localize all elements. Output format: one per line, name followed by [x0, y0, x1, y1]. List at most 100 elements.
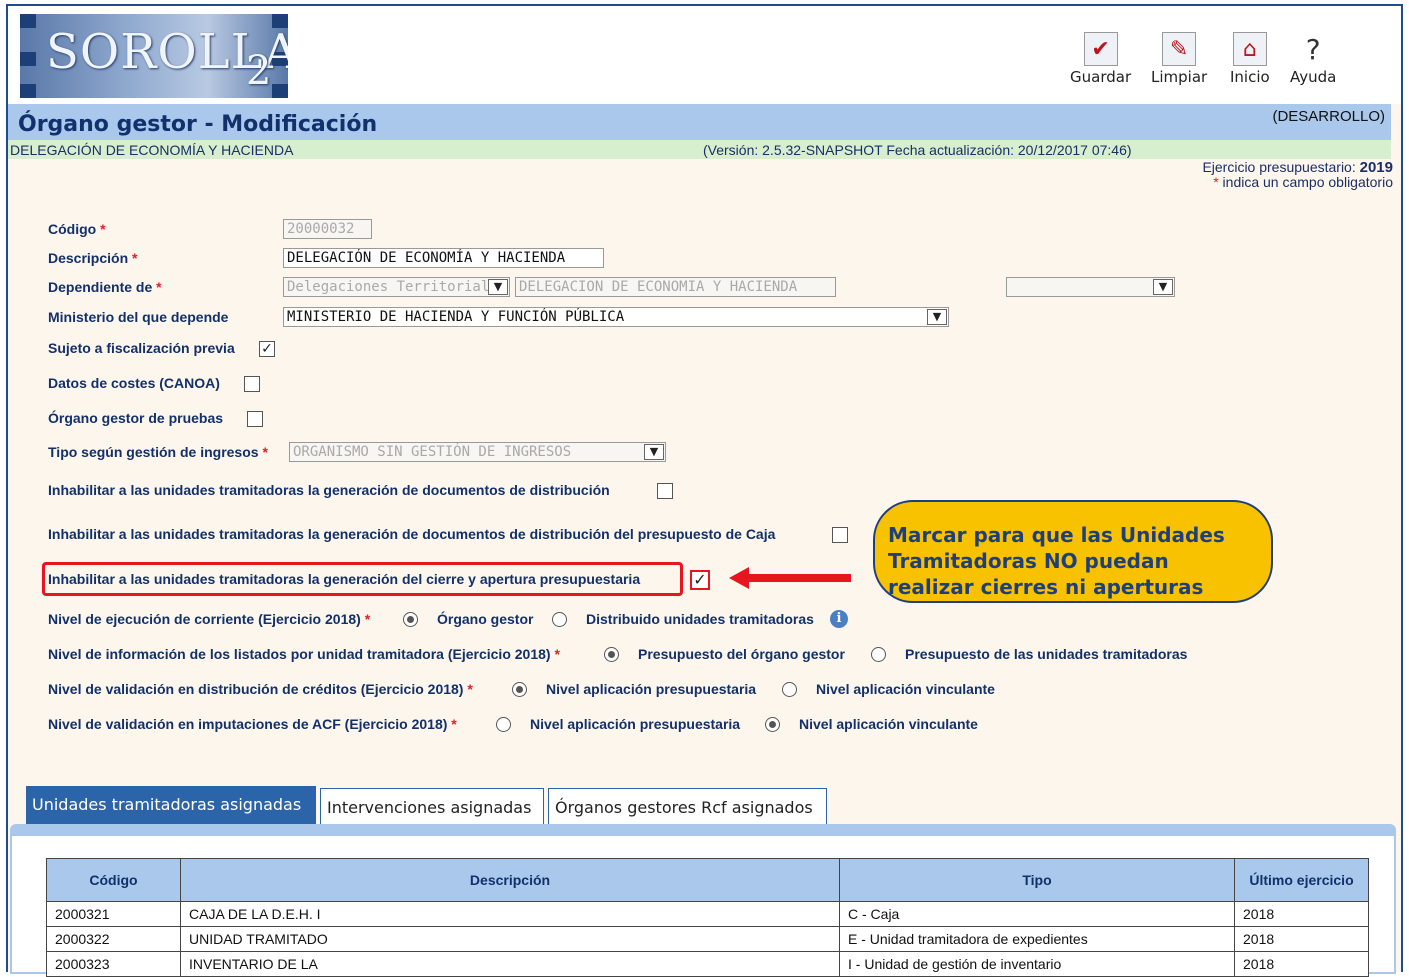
chevron-down-icon: ▼	[488, 279, 508, 295]
tab-organos-gestores-rcf[interactable]: Órganos gestores Rcf asignados	[548, 788, 827, 824]
info-bar: DELEGACIÓN DE ECONOMÍA Y HACIENDA (Versi…	[8, 140, 1391, 159]
cell-codigo: 2000321	[46, 901, 181, 927]
fiscalizacion-checkbox[interactable]: ✓	[259, 341, 275, 357]
save-label: Guardar	[1070, 68, 1132, 86]
chevron-down-icon: ▼	[1153, 279, 1173, 295]
title-bar: Órgano gestor - Modificación (DESARROLLO…	[8, 104, 1391, 140]
cell-ejercicio: 2018	[1234, 926, 1369, 952]
environment-label: (DESARROLLO)	[1272, 108, 1385, 125]
info-icon[interactable]: i	[830, 610, 848, 628]
cell-codigo: 2000323	[46, 951, 181, 977]
fiscalizacion-label: Sujeto a fiscalización previa	[48, 340, 235, 356]
cell-tipo: C - Caja	[839, 901, 1235, 927]
required-note: indica un campo obligatorio	[1222, 174, 1393, 190]
cell-descripcion: CAJA DE LA D.E.H. I	[180, 901, 840, 927]
dependiente-label: Dependiente de *	[48, 279, 162, 295]
clear-button[interactable]: ✎ Limpiar	[1151, 32, 1207, 86]
col-ultimo-ejercicio[interactable]: Último ejercicio	[1234, 858, 1369, 902]
save-button[interactable]: ✔ Guardar	[1070, 32, 1131, 86]
tab-intervenciones[interactable]: Intervenciones asignadas	[320, 788, 544, 824]
cell-tipo: I - Unidad de gestión de inventario	[839, 951, 1235, 977]
tipo-ingresos-select[interactable]: ORGANISMO SIN GESTIÓN DE INGRESOS ▼	[289, 442, 666, 462]
nivel-ejec-label: Nivel de ejecución de corriente (Ejercic…	[48, 611, 371, 627]
required-asterisk: *	[1213, 174, 1219, 190]
canoa-checkbox[interactable]	[244, 376, 260, 392]
logo-block	[20, 52, 36, 66]
nivel-info-label: Nivel de información de los listados por…	[48, 646, 560, 662]
nivel-ejec-radio-organo[interactable]	[403, 612, 418, 627]
pruebas-label: Órgano gestor de pruebas	[48, 410, 224, 426]
dependiente-extra-select[interactable]: ▼	[1006, 277, 1175, 297]
col-tipo[interactable]: Tipo	[839, 858, 1235, 902]
nivel-val-radio-vinculante[interactable]	[782, 682, 797, 697]
tab-unidades-tramitadoras[interactable]: Unidades tramitadoras asignadas	[26, 786, 316, 824]
unidades-table: Código Descripción Tipo Último ejercicio…	[46, 858, 1369, 977]
dependiente-nombre-field[interactable]: DELEGACION DE ECONOMIA Y HACIENDA	[515, 277, 836, 297]
nivel-val-label: Nivel de validación en distribución de c…	[48, 681, 473, 697]
tipo-ingresos-label: Tipo según gestión de ingresos *	[48, 444, 268, 460]
nivel-val-opt1: Nivel aplicación presupuestaria	[546, 681, 757, 697]
cell-descripcion: UNIDAD TRAMITADO	[180, 926, 840, 952]
ministerio-select[interactable]: MINISTERIO DE HACIENDA Y FUNCIÓN PÚBLICA…	[283, 307, 949, 327]
nivel-info-opt2: Presupuesto de las unidades tramitadoras	[905, 646, 1188, 662]
top-bar: SOROLLA 2 ✔ Guardar ✎ Limpiar ⌂ Inicio ?…	[8, 6, 1401, 104]
nivel-ejec-radio-distribuido[interactable]	[552, 612, 567, 627]
table-header-row: Código Descripción Tipo Último ejercicio	[46, 858, 1369, 902]
cell-descripcion: INVENTARIO DE LA	[180, 951, 840, 977]
chevron-down-icon: ▼	[927, 309, 947, 325]
cell-ejercicio: 2018	[1234, 951, 1369, 977]
table-row[interactable]: 2000322 UNIDAD TRAMITADO E - Unidad tram…	[46, 926, 1369, 952]
nivel-acf-opt1: Nivel aplicación presupuestaria	[530, 716, 741, 732]
nivel-acf-radio-presupuestaria[interactable]	[496, 717, 511, 732]
home-label: Inicio	[1230, 68, 1270, 86]
nivel-ejec-opt2: Distribuido unidades tramitadoras	[586, 611, 814, 627]
callout-note: Marcar para que las Unidades Tramitadora…	[873, 500, 1273, 603]
cell-tipo: E - Unidad tramitadora de expedientes	[839, 926, 1235, 952]
save-icon: ✔	[1083, 32, 1118, 66]
inhab-docs-label: Inhabilitar a las unidades tramitadoras …	[48, 482, 610, 498]
logo-block	[20, 84, 36, 98]
arrow-icon	[729, 567, 851, 589]
home-icon: ⌂	[1232, 32, 1267, 66]
inhab-cierre-label: Inhabilitar a las unidades tramitadoras …	[48, 571, 641, 587]
organization-label: DELEGACIÓN DE ECONOMÍA Y HACIENDA	[10, 142, 294, 158]
nivel-info-opt1: Presupuesto del órgano gestor	[638, 646, 845, 662]
page-title: Órgano gestor - Modificación	[18, 112, 378, 137]
help-label: Ayuda	[1290, 68, 1337, 86]
inhab-caja-checkbox[interactable]	[832, 527, 848, 543]
descripcion-label: Descripción *	[48, 250, 138, 266]
col-codigo[interactable]: Código	[46, 858, 181, 902]
logo-block	[20, 14, 36, 28]
dependiente-tipo-select[interactable]: Delegaciones Territoriales ▼	[283, 277, 510, 297]
ejercicio-label: Ejercicio presupuestario:	[1202, 159, 1356, 175]
nivel-val-opt2: Nivel aplicación vinculante	[816, 681, 995, 697]
help-icon: ?	[1305, 32, 1321, 66]
home-button[interactable]: ⌂ Inicio	[1230, 32, 1270, 86]
codigo-field[interactable]: 20000032	[283, 219, 372, 239]
logo-subscript: 2	[246, 48, 272, 94]
inhab-caja-label: Inhabilitar a las unidades tramitadoras …	[48, 526, 776, 542]
nivel-acf-opt2: Nivel aplicación vinculante	[799, 716, 978, 732]
chevron-down-icon: ▼	[644, 444, 664, 460]
cell-codigo: 2000322	[46, 926, 181, 952]
descripcion-field[interactable]: DELEGACIÓN DE ECONOMÍA Y HACIENDA	[283, 248, 604, 268]
canoa-label: Datos de costes (CANOA)	[48, 375, 220, 391]
nivel-val-radio-presupuestaria[interactable]	[512, 682, 527, 697]
table-row[interactable]: 2000321 CAJA DE LA D.E.H. I C - Caja 201…	[46, 901, 1369, 927]
nivel-acf-radio-vinculante[interactable]	[765, 717, 780, 732]
inhab-cierre-checkbox[interactable]: ✓	[690, 570, 710, 590]
inhab-docs-checkbox[interactable]	[657, 483, 673, 499]
nivel-acf-label: Nivel de validación en imputaciones de A…	[48, 716, 457, 732]
pruebas-checkbox[interactable]	[247, 411, 263, 427]
logo-block	[272, 84, 288, 98]
col-descripcion[interactable]: Descripción	[180, 858, 840, 902]
nivel-info-radio-unidades[interactable]	[871, 647, 886, 662]
help-button[interactable]: ? Ayuda	[1290, 32, 1337, 87]
ministerio-label: Ministerio del que depende	[48, 309, 229, 325]
nivel-ejec-opt1: Órgano gestor	[437, 611, 534, 627]
nivel-info-radio-organo[interactable]	[604, 647, 619, 662]
table-row[interactable]: 2000323 INVENTARIO DE LA I - Unidad de g…	[46, 951, 1369, 977]
sorolla-logo: SOROLLA 2	[20, 14, 288, 98]
ejercicio-info: Ejercicio presupuestario: 2019 * indica …	[1202, 160, 1393, 190]
codigo-label: Código *	[48, 221, 106, 237]
